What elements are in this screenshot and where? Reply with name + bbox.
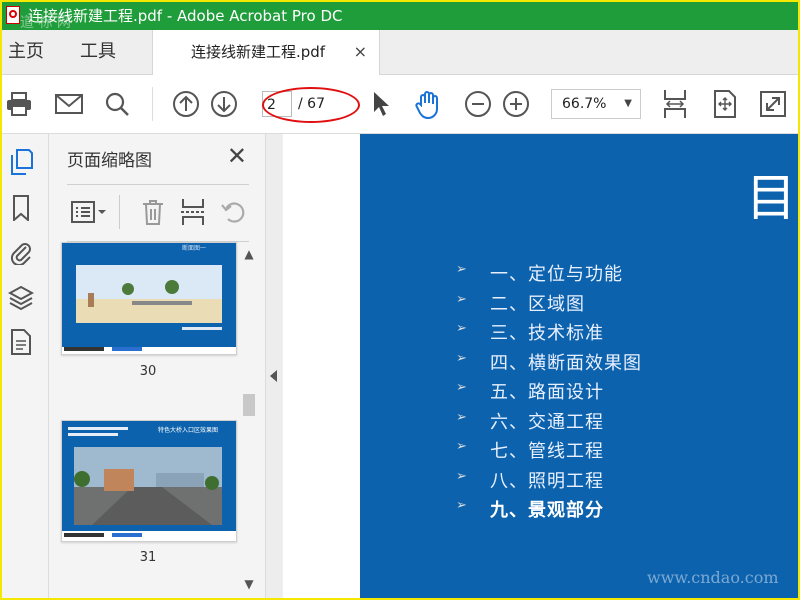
toc-item: 四、横断面效果图 xyxy=(456,349,642,379)
fullscreen-icon[interactable] xyxy=(758,89,788,119)
annotation-circle xyxy=(262,87,360,123)
fit-width-icon[interactable] xyxy=(660,89,690,119)
zoom-select[interactable]: 66.7% ▼ xyxy=(551,89,641,119)
thumbnail-31-caption: 特色大桥入口区效果图 xyxy=(158,427,219,434)
toc-item: 五、路面设计 xyxy=(456,378,642,408)
search-icon[interactable] xyxy=(102,89,132,119)
slide-heading: 目 xyxy=(746,169,796,227)
toc-item: 七、管线工程 xyxy=(456,437,642,467)
page-thumbnails-icon[interactable] xyxy=(8,148,34,176)
tab-close-icon[interactable]: × xyxy=(354,30,367,74)
scroll-up-icon[interactable]: ▲ xyxy=(239,244,259,264)
acrobat-app-icon xyxy=(6,6,20,24)
tab-bar: 主页 工具 连接线新建工程.pdf × xyxy=(0,30,800,75)
prev-page-icon[interactable] xyxy=(171,89,201,119)
content-icon[interactable] xyxy=(8,328,34,356)
zoom-value: 66.7% xyxy=(562,96,607,112)
toolbar: 2 / 67 66.7% ▼ xyxy=(0,75,800,134)
thumbnail-options-icon[interactable] xyxy=(69,197,109,227)
delete-page-icon[interactable] xyxy=(137,197,169,227)
panel-title: 页面缩略图 xyxy=(67,151,152,171)
hand-tool-icon[interactable] xyxy=(414,89,444,119)
thumbnail-panel: 页面缩略图 ✕ 断面图一 30 特色大桥入口区效果图 31 xyxy=(49,134,266,600)
print-icon[interactable] xyxy=(4,89,34,119)
insert-page-icon[interactable] xyxy=(177,197,209,227)
toc-item: 一、定位与功能 xyxy=(456,260,642,290)
page-thumbnail-30[interactable]: 断面图一 xyxy=(61,242,237,355)
thumbnail-scrollbar[interactable]: ▲ ▼ xyxy=(239,238,259,596)
panel-collapse-strip[interactable] xyxy=(266,134,282,600)
table-of-contents: 一、定位与功能 二、区域图 三、技术标准 四、横断面效果图 五、路面设计 六、交… xyxy=(456,260,642,526)
zoom-in-icon[interactable] xyxy=(501,89,531,119)
toolbar-divider xyxy=(152,87,153,121)
collapse-arrow-icon[interactable] xyxy=(270,370,277,382)
attachment-icon[interactable] xyxy=(8,238,34,266)
chevron-down-icon: ▼ xyxy=(624,98,632,109)
tab-home[interactable]: 主页 xyxy=(8,30,44,74)
bookmark-icon[interactable] xyxy=(8,194,34,222)
toc-item: 三、技术标准 xyxy=(456,319,642,349)
layers-icon[interactable] xyxy=(8,284,34,312)
toc-item: 八、照明工程 xyxy=(456,467,642,497)
left-rail xyxy=(0,134,49,600)
toc-item: 六、交通工程 xyxy=(456,408,642,438)
thumbnail-30-caption: 断面图一 xyxy=(182,245,207,252)
mail-icon[interactable] xyxy=(54,89,84,119)
select-cursor-icon[interactable] xyxy=(366,89,396,119)
watermark-top: 道 标 网 xyxy=(20,15,71,31)
page-thumbnail-31[interactable]: 特色大桥入口区效果图 xyxy=(61,420,237,542)
panel-toolbar-divider xyxy=(119,195,120,229)
tab-tools[interactable]: 工具 xyxy=(80,30,116,74)
tab-document[interactable]: 连接线新建工程.pdf × xyxy=(152,30,380,75)
thumbnail-31-number: 31 xyxy=(139,550,157,565)
toc-item: 二、区域图 xyxy=(456,290,642,320)
title-bar: 连接线新建工程.pdf - Adobe Acrobat Pro DC 道 标 网 xyxy=(0,0,800,31)
panel-toolbar xyxy=(67,184,249,242)
thumbnail-30-number: 30 xyxy=(139,364,157,379)
toc-item: 九、景观部分 xyxy=(456,496,642,526)
scroll-down-icon[interactable]: ▼ xyxy=(239,574,259,594)
next-page-icon[interactable] xyxy=(209,89,239,119)
slide-content: 目 一、定位与功能 二、区域图 三、技术标准 四、横断面效果图 五、路面设计 六… xyxy=(360,134,800,600)
close-icon[interactable]: ✕ xyxy=(227,142,247,170)
zoom-out-icon[interactable] xyxy=(463,89,493,119)
window-title: 连接线新建工程.pdf - Adobe Acrobat Pro DC xyxy=(28,7,343,25)
rotate-page-icon[interactable] xyxy=(217,197,249,227)
fit-page-icon[interactable] xyxy=(710,89,740,119)
tab-document-label: 连接线新建工程.pdf xyxy=(191,43,326,61)
document-canvas: 目 一、定位与功能 二、区域图 三、技术标准 四、横断面效果图 五、路面设计 六… xyxy=(283,134,800,600)
pdf-page: 目 一、定位与功能 二、区域图 三、技术标准 四、横断面效果图 五、路面设计 六… xyxy=(283,134,800,600)
site-watermark: www.cndao.com xyxy=(647,568,779,587)
scrollbar-thumb[interactable] xyxy=(243,394,255,416)
